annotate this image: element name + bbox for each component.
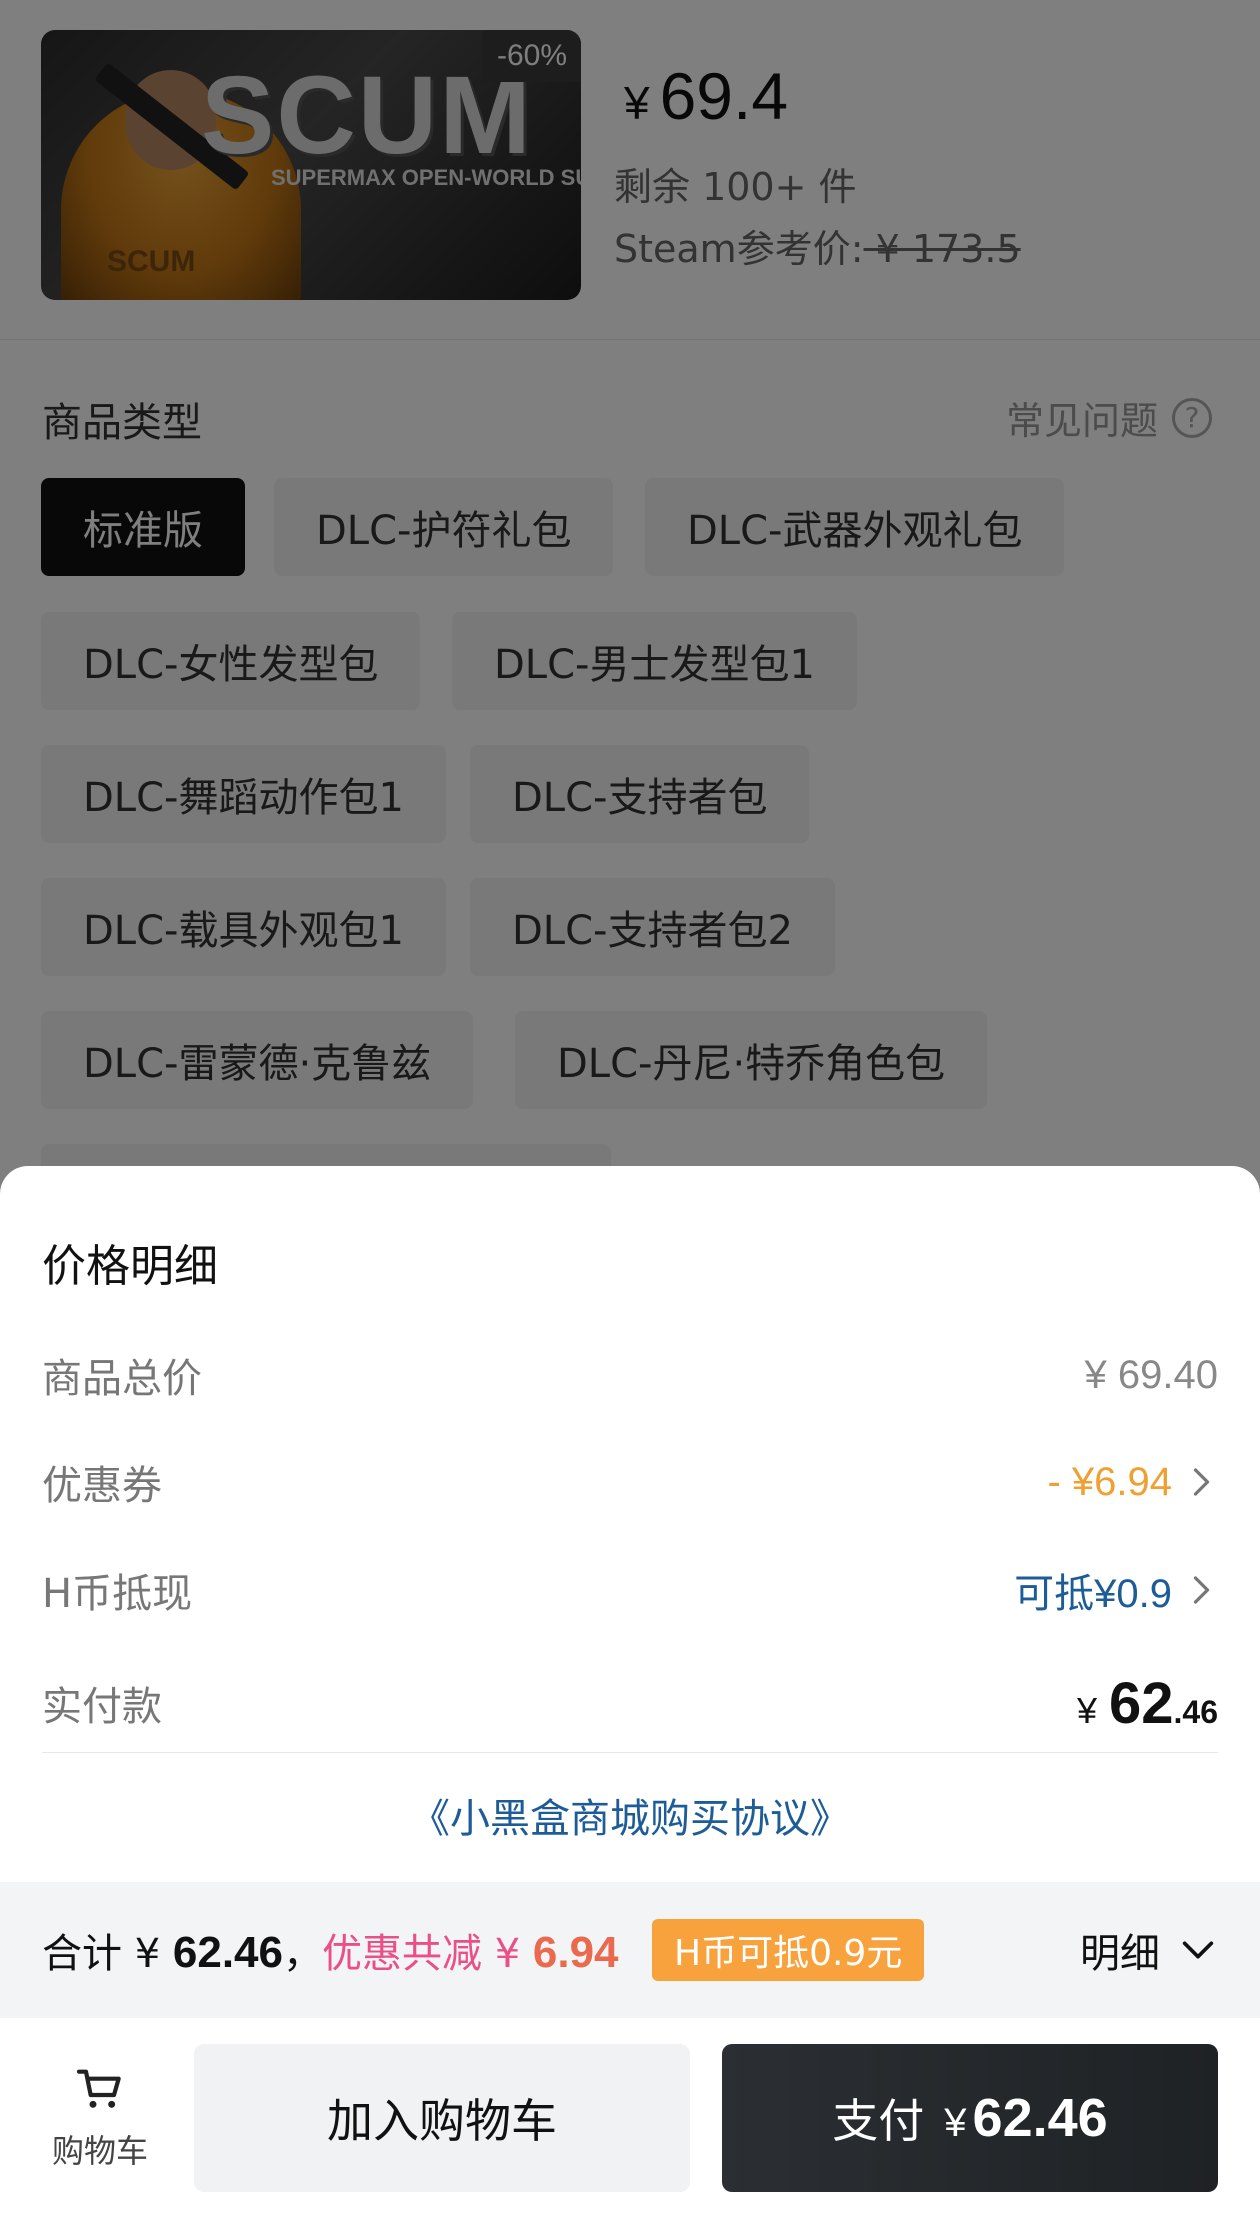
total-value: 62.46 (172, 1928, 283, 1977)
discount-value: 6.94 (532, 1928, 619, 1977)
hcoin-amount: 可抵¥0.9 (1014, 1572, 1172, 1616)
coupon-value[interactable]: - ¥6.94 (1047, 1460, 1218, 1505)
hcoin-badge: H币可抵0.9元 (652, 1919, 925, 1981)
currency-symbol: ¥ (944, 2101, 967, 2145)
detail-label: 明细 (1080, 1931, 1160, 1977)
total-suffix: ， (283, 1931, 323, 1977)
row-total-price: 商品总价 ¥ 69.40 (42, 1345, 1218, 1405)
divider (42, 1752, 1218, 1753)
pay-amount: ¥62.46 (944, 2087, 1107, 2149)
amount-decimal: .46 (1173, 1693, 1218, 1730)
purchase-agreement-link[interactable]: 《小黑盒商城购买协议》 (0, 1786, 1260, 1844)
amount-integer: 62 (1109, 1670, 1174, 1736)
bottom-action-bar: 购物车 加入购物车 支付 ¥62.46 (0, 2018, 1260, 2217)
currency-symbol: ¥ (1076, 1689, 1097, 1731)
total-price-value: ¥ 69.40 (1084, 1352, 1218, 1397)
discount-prefix: 优惠共减 ¥ (322, 1931, 533, 1977)
shopping-cart-icon (76, 2069, 121, 2108)
row-hcoin[interactable]: H币抵现 可抵¥0.9 (42, 1560, 1218, 1620)
chevron-right-icon (1193, 1576, 1210, 1604)
cart-label: 购物车 (51, 2132, 148, 2170)
pay-amount-value: 62.46 (972, 2088, 1108, 2148)
row-label: 优惠券 (42, 1463, 162, 1509)
row-amount-paid: 实付款 ¥62.46 (42, 1668, 1218, 1738)
order-summary-bar: 合计 ¥ 62.46， 优惠共减 ¥ 6.94 H币可抵0.9元 明细 (0, 1882, 1260, 2018)
row-label: 商品总价 (42, 1356, 202, 1402)
row-label: 实付款 (42, 1684, 162, 1730)
sheet-title: 价格明细 (42, 1241, 218, 1292)
summary-total: 合计 ¥ 62.46， (42, 1921, 323, 1979)
summary-discount: 优惠共减 ¥ 6.94 (322, 1921, 619, 1979)
chevron-right-icon (1193, 1468, 1210, 1496)
amount-paid-value: ¥62.46 (1077, 1670, 1218, 1737)
row-label: H币抵现 (42, 1571, 193, 1617)
total-prefix: 合计 ¥ (42, 1931, 173, 1977)
pay-label: 支付 (832, 2094, 925, 2148)
hcoin-value[interactable]: 可抵¥0.9 (1014, 1561, 1218, 1619)
coupon-amount: - ¥6.94 (1047, 1459, 1172, 1504)
pay-button[interactable]: 支付 ¥62.46 (722, 2044, 1218, 2192)
detail-toggle[interactable]: 明细 (1080, 1921, 1218, 1979)
add-to-cart-button[interactable]: 加入购物车 (194, 2044, 690, 2192)
row-coupon[interactable]: 优惠券 - ¥6.94 (42, 1452, 1218, 1512)
cart-button[interactable]: 购物车 (40, 2060, 160, 2172)
chevron-down-icon (1182, 1941, 1214, 1959)
